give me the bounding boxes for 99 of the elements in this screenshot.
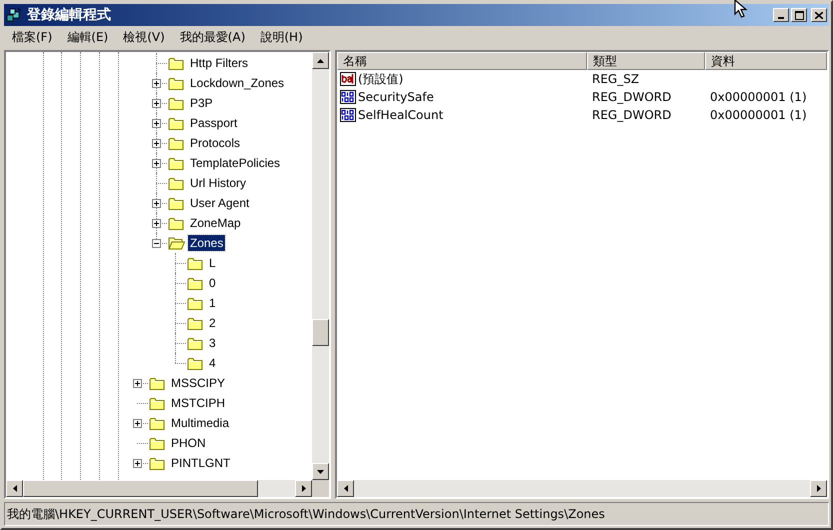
maximize-icon — [794, 10, 804, 20]
status-bar-text: 我的電腦\HKEY_CURRENT_USER\Software\Microsoft\Windows\CurrentVersion\Internet Settings\Zones — [7, 506, 605, 523]
value-type: REG_DWORD — [592, 90, 672, 104]
value-name[interactable]: SecuritySafe — [358, 88, 434, 106]
tree-item[interactable]: P3P — [188, 95, 215, 111]
tree-item[interactable]: Lockdown_Zones — [188, 75, 286, 91]
maximize-button[interactable] — [791, 8, 807, 22]
folder-icon — [168, 176, 184, 190]
folder-icon — [187, 296, 203, 310]
folder-icon — [149, 396, 165, 410]
registry-cubes-icon — [6, 7, 22, 23]
scroll-thumb[interactable] — [23, 480, 258, 497]
right-arrow-icon — [816, 485, 820, 492]
minimize-button[interactable] — [773, 8, 789, 22]
folder-icon — [149, 376, 165, 390]
folder-icon — [149, 436, 165, 450]
tree-item[interactable]: L — [207, 255, 218, 271]
scroll-down-button[interactable] — [312, 463, 329, 480]
tree-item[interactable]: ZoneMap — [188, 215, 243, 231]
folder-icon — [187, 256, 203, 270]
open-folder-icon — [168, 236, 185, 250]
expand-toggle-icon[interactable] — [152, 79, 161, 88]
tree-item[interactable]: MSSCIPY — [169, 375, 228, 391]
string-value-icon — [340, 72, 356, 86]
menu-item[interactable]: 我的最愛(A) — [174, 28, 252, 46]
value-data: 0x00000001 (1) — [710, 108, 807, 122]
tree-item[interactable]: Protocols — [188, 135, 242, 151]
folder-icon — [187, 276, 203, 290]
tree-item[interactable]: Zones — [188, 235, 226, 251]
column-header[interactable]: 資料 — [705, 52, 827, 70]
folder-icon — [187, 336, 203, 350]
folder-icon — [168, 156, 184, 170]
binary-value-icon — [340, 108, 356, 122]
expand-toggle-icon[interactable] — [152, 119, 161, 128]
tree-item[interactable]: Passport — [188, 115, 240, 131]
scroll-left-button[interactable] — [337, 480, 354, 497]
tree-item[interactable]: MSTCIPH — [169, 395, 227, 411]
close-icon — [815, 12, 823, 18]
tree-item[interactable]: User Agent — [188, 195, 252, 211]
tree-item[interactable]: 2 — [207, 315, 218, 331]
expand-toggle-icon[interactable] — [133, 419, 142, 428]
tree-item[interactable]: Url History — [188, 175, 248, 191]
expand-toggle-icon[interactable] — [133, 459, 142, 468]
tree-item[interactable]: 3 — [207, 335, 218, 351]
up-arrow-icon — [317, 58, 324, 62]
expand-toggle-icon[interactable] — [152, 219, 161, 228]
expand-toggle-icon[interactable] — [152, 159, 161, 168]
folder-icon — [168, 216, 184, 230]
folder-icon — [168, 196, 184, 210]
expand-toggle-icon[interactable] — [152, 199, 161, 208]
value-type: REG_DWORD — [592, 108, 672, 122]
folder-icon — [187, 356, 203, 370]
tree-item[interactable]: TemplatePolicies — [188, 155, 282, 171]
expand-toggle-icon[interactable] — [133, 379, 142, 388]
tree-item[interactable]: Http Filters — [188, 55, 250, 71]
menu-item[interactable]: 檢視(V) — [117, 28, 171, 46]
scroll-right-button[interactable] — [295, 480, 312, 497]
folder-icon — [149, 456, 165, 470]
value-name[interactable]: (預設值) — [358, 70, 404, 88]
expand-toggle-icon[interactable] — [152, 139, 161, 148]
tree-item[interactable]: PHON — [169, 435, 208, 451]
folder-icon — [168, 116, 184, 130]
horizontal-scrollbar[interactable] — [337, 480, 827, 497]
expand-toggle-icon[interactable] — [152, 99, 161, 108]
left-arrow-icon — [12, 485, 16, 492]
collapse-toggle-icon[interactable] — [152, 239, 161, 248]
scroll-right-button[interactable] — [810, 480, 827, 497]
folder-icon — [168, 96, 184, 110]
down-arrow-icon — [317, 470, 324, 474]
scroll-up-button[interactable] — [312, 52, 329, 69]
minimize-icon — [778, 17, 784, 19]
value-name[interactable]: SelfHealCount — [358, 106, 444, 124]
folder-icon — [149, 416, 165, 430]
value-type: REG_SZ — [592, 72, 640, 86]
value-data: 0x00000001 (1) — [710, 90, 807, 104]
left-arrow-icon — [344, 485, 348, 492]
folder-icon — [168, 136, 184, 150]
folder-icon — [187, 316, 203, 330]
right-arrow-icon — [302, 485, 306, 492]
menu-item[interactable]: 編輯(E) — [61, 28, 114, 46]
tree-item[interactable]: 4 — [207, 355, 218, 371]
binary-value-icon — [340, 90, 356, 104]
tree-item[interactable]: PINTLGNT — [169, 455, 232, 471]
folder-icon — [168, 56, 184, 70]
mouse-cursor-icon — [734, 0, 750, 18]
scroll-left-button[interactable] — [6, 480, 23, 497]
column-header[interactable]: 類型 — [587, 52, 705, 70]
menu-item[interactable]: 說明(H) — [254, 28, 309, 46]
tree-item[interactable]: Multimedia — [169, 415, 232, 431]
scroll-thumb[interactable] — [312, 319, 329, 346]
close-button[interactable] — [811, 8, 827, 22]
vertical-scrollbar[interactable] — [312, 52, 329, 480]
tree-item[interactable]: 1 — [207, 295, 218, 311]
horizontal-scrollbar[interactable] — [6, 480, 312, 497]
menu-item[interactable]: 檔案(F) — [6, 28, 58, 46]
column-header[interactable]: 名稱 — [337, 52, 587, 70]
tree-item[interactable]: 0 — [207, 275, 218, 291]
window-title: 登錄編輯程式 — [27, 6, 111, 24]
folder-icon — [168, 76, 184, 90]
